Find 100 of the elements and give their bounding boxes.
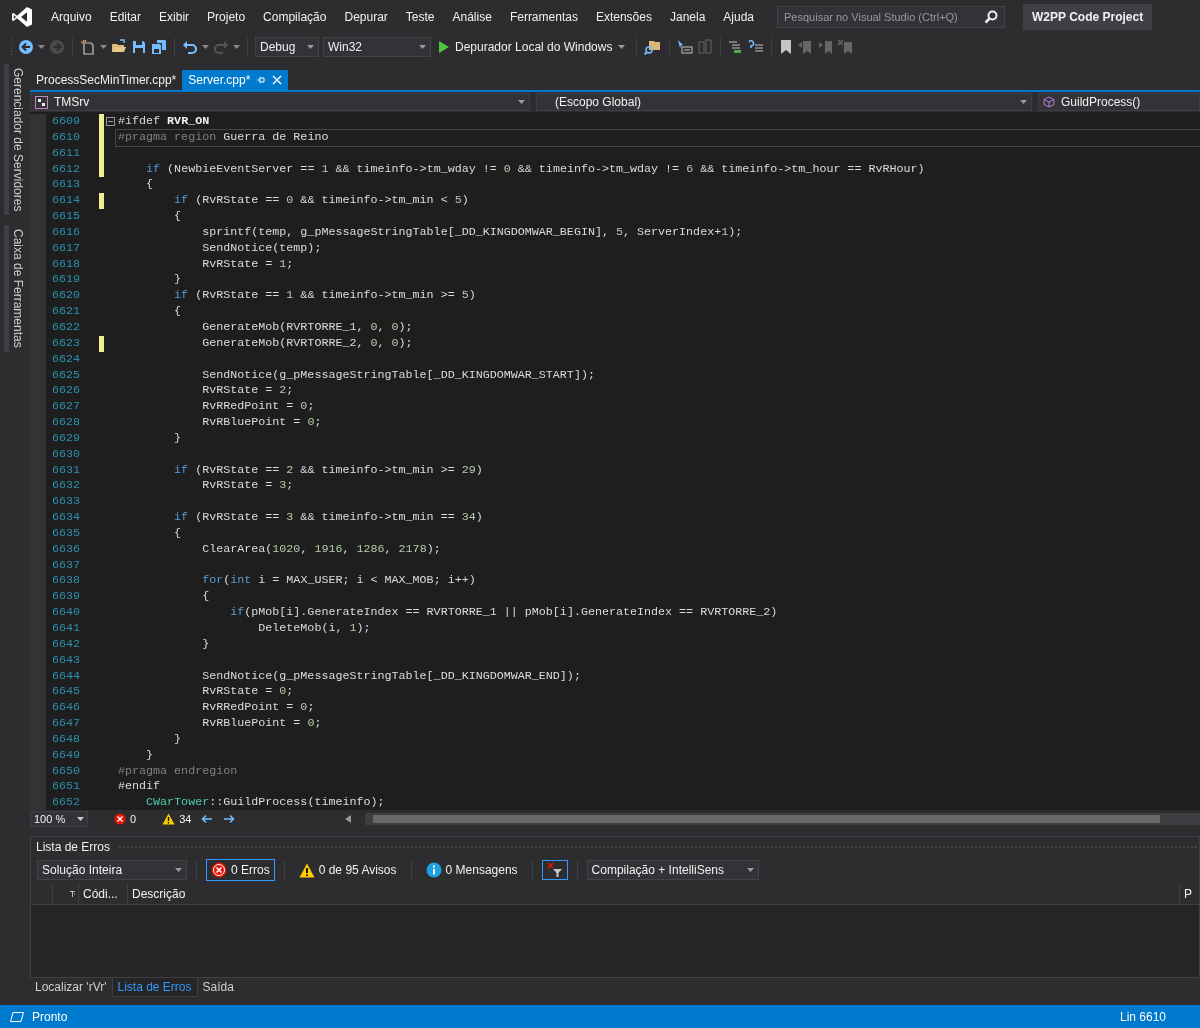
document-tab[interactable]: Server.cpp*: [182, 70, 289, 90]
code-line: SendNotice(g_pMessageStringTable[_DD_KINGDOMWAR_START]);: [201, 367, 595, 384]
line-number: 6629: [50, 430, 80, 447]
line-number: 6649: [50, 747, 80, 764]
line-number: 6620: [50, 288, 80, 305]
code-line: DeleteMob(i, 1);: [257, 621, 371, 637]
previous-arrow-icon[interactable]: [201, 814, 214, 824]
code-line: {: [173, 525, 182, 542]
menu-item[interactable]: Ajuda: [714, 8, 764, 26]
back-arrow-icon[interactable]: [18, 39, 34, 55]
save-all-icon[interactable]: [151, 39, 167, 55]
menu-item[interactable]: Editar: [100, 8, 151, 26]
line-number: 6622: [50, 319, 80, 336]
line-number: 6617: [50, 240, 80, 257]
line-number: 6647: [50, 716, 80, 732]
line-number: 6635: [50, 525, 80, 542]
code-line: }: [173, 731, 182, 748]
folder-icon[interactable]: [111, 39, 127, 55]
cursor-icon[interactable]: [677, 39, 694, 55]
document-tab[interactable]: ProcessSecMinTimer.cpp*: [30, 70, 183, 90]
new-item-icon[interactable]: [80, 39, 96, 55]
start-debugging-button[interactable]: Depurador Local do Windows: [435, 38, 630, 56]
code-line: for(int i = MAX_USER; i < MAX_MOB; i++): [201, 573, 476, 590]
line-number: 6636: [50, 541, 80, 558]
folder-search-icon[interactable]: [644, 39, 663, 55]
menu-item[interactable]: Compilação: [254, 8, 336, 26]
bookmark-icon[interactable]: [779, 39, 794, 55]
code-line: SendNotice(g_pMessageStringTable[_DD_KINGDOMWAR_END]);: [201, 668, 581, 685]
undo-icon[interactable]: [182, 39, 198, 55]
menu-item[interactable]: Exibir: [150, 8, 199, 26]
save-icon[interactable]: [131, 39, 147, 55]
search-icon[interactable]: [984, 10, 999, 24]
line-number: 6648: [50, 731, 80, 748]
line-number: 6615: [50, 209, 80, 225]
code-line: }: [173, 430, 182, 447]
menu-item[interactable]: Extensões: [586, 8, 661, 26]
panel-tab[interactable]: Saída: [197, 978, 239, 996]
error-icon: [211, 862, 227, 878]
caret-icon: [38, 45, 45, 49]
filter-button[interactable]: 0 de 95 Avisos: [293, 859, 402, 881]
line-number: 6643: [50, 652, 80, 669]
line-number: 6634: [50, 510, 80, 526]
filter-button[interactable]: 0 Mensagens: [420, 859, 523, 881]
line-number: 6637: [50, 557, 80, 574]
info-icon: [425, 862, 442, 878]
code-line: RvRBluePoint = 0;: [201, 716, 322, 732]
filter-button[interactable]: 0 Erros: [206, 859, 275, 881]
caret-icon: [77, 817, 84, 821]
panel-title: Lista de Erros: [36, 839, 111, 856]
ready-icon: [10, 1011, 24, 1022]
menu-item[interactable]: Projeto: [198, 8, 255, 26]
scroll-left-icon[interactable]: [345, 815, 352, 823]
error-icon: [114, 813, 126, 825]
project-title: W2PP Code Project: [1023, 4, 1153, 30]
search-field[interactable]: Pesquisar no Visual Studio (Ctrl+Q): [777, 6, 1006, 28]
line-number: 6626: [50, 383, 80, 400]
zoom-dropdown[interactable]: 100 %: [30, 811, 88, 827]
clear-filter-button[interactable]: [541, 860, 568, 880]
column-header[interactable]: Códi...: [79, 883, 128, 904]
scope-dropdown[interactable]: Solução Inteira: [37, 860, 187, 880]
collapse-icon[interactable]: [106, 117, 115, 126]
uncomment-lines-icon[interactable]: [748, 39, 765, 55]
panel-tab[interactable]: Lista de Erros: [111, 978, 198, 997]
close-icon[interactable]: [272, 75, 283, 85]
line-number: 6623: [50, 335, 80, 352]
panel-tab[interactable]: Localizar 'rVr': [30, 978, 112, 996]
platform-dropdown[interactable]: Win32: [323, 37, 431, 57]
warning-icon: [162, 813, 176, 825]
line-number: 6650: [50, 763, 80, 780]
menu-item[interactable]: Análise: [443, 8, 501, 26]
menu-item[interactable]: Janela: [660, 8, 715, 26]
member-dropdown[interactable]: GuildProcess(): [1038, 93, 1200, 111]
menu-item[interactable]: Teste: [396, 8, 444, 26]
configuration-dropdown[interactable]: Debug: [255, 37, 319, 57]
line-number: 6627: [50, 399, 80, 416]
caret-icon: [100, 45, 107, 49]
code-line: if (RvRState == 3 && timeinfo->tm_min == 34): [173, 510, 483, 526]
line-number: 6642: [50, 636, 80, 653]
code-line: #ifdef RVR_ON: [117, 114, 210, 130]
scrollbar-thumb[interactable]: [373, 815, 1160, 823]
code-line: RvRState = 1;: [201, 256, 294, 273]
caret-icon: [518, 100, 525, 104]
sort-icon[interactable]: [70, 890, 75, 897]
project-dropdown[interactable]: TMSrv: [30, 93, 530, 111]
line-number: 6646: [50, 700, 80, 717]
next-arrow-icon[interactable]: [223, 814, 236, 824]
code-line: if(pMob[i].GenerateIndex == RVRTORRE_1 || pMob[i].GenerateIndex == RVRTORRE_2): [229, 605, 778, 621]
line-number: 6625: [50, 367, 80, 384]
code-line: if (RvRState == 0 && timeinfo->tm_min < 5): [173, 193, 469, 210]
column-header[interactable]: P: [1180, 883, 1192, 904]
menu-item[interactable]: Arquivo: [42, 8, 101, 26]
column-header[interactable]: Descrição: [128, 883, 1180, 904]
pin-icon[interactable]: [256, 75, 267, 85]
code-line: {: [173, 304, 182, 320]
source-dropdown[interactable]: Compilação + IntelliSens: [586, 860, 759, 880]
menu-item[interactable]: Ferramentas: [500, 8, 587, 26]
filter-clear-icon: [546, 862, 563, 878]
scope-dropdown[interactable]: (Escopo Global): [536, 93, 1032, 111]
line-number: 6619: [50, 272, 80, 289]
menu-item[interactable]: Depurar: [335, 8, 397, 26]
